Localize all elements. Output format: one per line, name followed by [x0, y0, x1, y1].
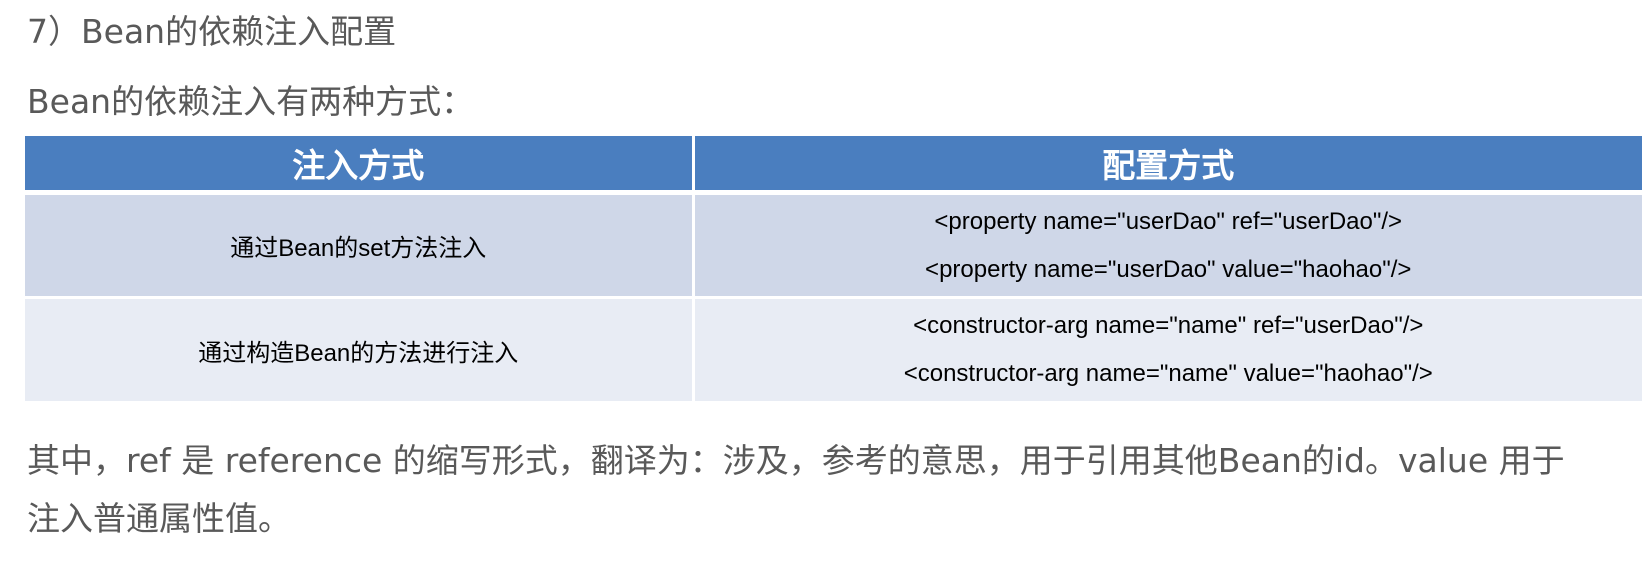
intro-text: Bean的依赖注入有两种方式：	[27, 82, 475, 121]
config-line: <property name="userDao" value="haohao"/…	[925, 255, 1412, 283]
config-line: <property name="userDao" ref="userDao"/>	[934, 207, 1403, 235]
config-line: <constructor-arg name="name" value="haoh…	[903, 360, 1433, 387]
row-method-constructor: 通过构造Bean的方法进行注入	[25, 297, 695, 404]
explanation-note: 其中，ref 是 reference 的缩写形式，翻译为：涉及，参考的意思，用于…	[27, 441, 1565, 538]
header-injection-method: 注入方式	[25, 136, 695, 195]
table-header-row: 注入方式 配置方式	[25, 136, 1642, 195]
row-config-setter: <property name="userDao" ref="userDao"/>…	[693, 192, 1642, 299]
table-row: 通过构造Bean的方法进行注入 <constructor-arg name="n…	[25, 297, 1642, 404]
header-config-method: 配置方式	[693, 136, 1642, 195]
table-row: 通过Bean的set方法注入 <property name="userDao" …	[25, 192, 1642, 299]
injection-table: 注入方式 配置方式 通过Bean的set方法注入 <property name=…	[25, 136, 1642, 404]
row-config-constructor: <constructor-arg name="name" ref="userDa…	[693, 297, 1642, 404]
row-method-setter: 通过Bean的set方法注入	[25, 192, 695, 299]
section-heading: 7）Bean的依赖注入配置	[27, 12, 397, 51]
config-line: <constructor-arg name="name" ref="userDa…	[913, 312, 1424, 339]
